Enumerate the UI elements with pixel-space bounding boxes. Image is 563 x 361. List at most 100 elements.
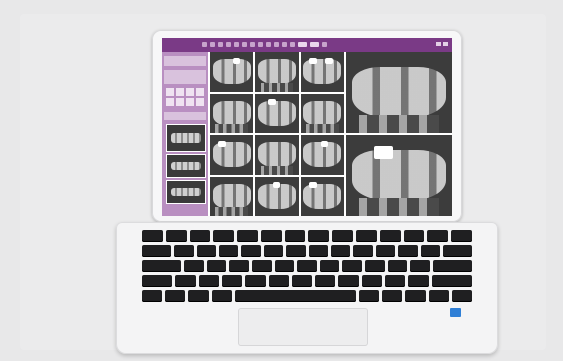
key[interactable] xyxy=(428,290,449,302)
close-icon[interactable] xyxy=(443,42,448,46)
dental-xray-image[interactable] xyxy=(210,93,254,133)
key[interactable] xyxy=(213,230,235,242)
key[interactable] xyxy=(408,275,429,287)
dental-xray-image[interactable] xyxy=(255,93,299,133)
key[interactable] xyxy=(174,245,194,257)
minimize-icon[interactable] xyxy=(436,42,441,46)
key[interactable] xyxy=(211,290,232,302)
key[interactable] xyxy=(364,260,385,272)
key[interactable] xyxy=(410,260,430,272)
key[interactable] xyxy=(188,290,209,302)
tool-icon[interactable] xyxy=(298,42,307,47)
key[interactable] xyxy=(420,245,440,257)
space-key[interactable] xyxy=(234,290,357,302)
key[interactable] xyxy=(442,245,473,257)
tool-icon[interactable] xyxy=(242,42,247,47)
tool-icon[interactable] xyxy=(258,42,263,47)
key[interactable] xyxy=(379,230,401,242)
key[interactable] xyxy=(165,230,187,242)
dental-xray-image[interactable] xyxy=(346,135,452,216)
tool-icon[interactable] xyxy=(290,42,295,47)
dental-xray-image[interactable] xyxy=(346,52,452,133)
key[interactable] xyxy=(221,275,243,287)
key[interactable] xyxy=(241,245,261,257)
xray-thumbnail[interactable] xyxy=(166,180,206,204)
dental-xray-image[interactable] xyxy=(255,135,299,175)
key[interactable] xyxy=(175,275,196,287)
dental-xray-image[interactable] xyxy=(300,135,344,175)
layout-option[interactable] xyxy=(166,88,174,96)
key[interactable] xyxy=(274,260,295,272)
tool-icon[interactable] xyxy=(202,42,207,47)
tool-icon[interactable] xyxy=(234,42,239,47)
key[interactable] xyxy=(284,230,306,242)
key[interactable] xyxy=(142,290,163,302)
key[interactable] xyxy=(361,275,382,287)
key[interactable] xyxy=(198,275,219,287)
xray-thumbnail[interactable] xyxy=(166,154,206,178)
key[interactable] xyxy=(260,230,282,242)
key[interactable] xyxy=(382,290,403,302)
dental-xray-image[interactable] xyxy=(255,52,299,92)
dental-xray-image[interactable] xyxy=(300,52,344,92)
key[interactable] xyxy=(405,290,426,302)
key[interactable] xyxy=(332,230,354,242)
key[interactable] xyxy=(237,230,258,242)
dental-xray-image[interactable] xyxy=(210,52,254,92)
key[interactable] xyxy=(268,275,289,287)
key[interactable] xyxy=(218,245,239,257)
layout-option[interactable] xyxy=(176,98,184,106)
tool-icon[interactable] xyxy=(226,42,231,47)
layout-option[interactable] xyxy=(166,98,174,106)
key[interactable] xyxy=(403,230,425,242)
tool-icon[interactable] xyxy=(282,42,287,47)
key[interactable] xyxy=(359,290,380,302)
touchpad[interactable] xyxy=(238,308,368,346)
key[interactable] xyxy=(184,260,204,272)
key[interactable] xyxy=(338,275,359,287)
dental-xray-image[interactable] xyxy=(210,135,254,175)
tool-icon[interactable] xyxy=(310,42,319,47)
key[interactable] xyxy=(427,230,449,242)
key[interactable] xyxy=(387,260,408,272)
key[interactable] xyxy=(451,230,472,242)
key[interactable] xyxy=(142,245,172,257)
tool-icon[interactable] xyxy=(210,42,215,47)
layout-option[interactable] xyxy=(186,98,194,106)
key[interactable] xyxy=(206,260,227,272)
key[interactable] xyxy=(308,245,328,257)
key[interactable] xyxy=(165,290,186,302)
key[interactable] xyxy=(142,275,173,287)
tool-icon[interactable] xyxy=(266,42,271,47)
key[interactable] xyxy=(431,275,473,287)
dental-xray-image[interactable] xyxy=(300,93,344,133)
tool-icon[interactable] xyxy=(250,42,255,47)
key[interactable] xyxy=(451,290,473,302)
key[interactable] xyxy=(353,245,373,257)
key[interactable] xyxy=(263,245,284,257)
tool-icon[interactable] xyxy=(322,42,327,47)
sidebar-header-panel[interactable] xyxy=(164,56,206,66)
key[interactable] xyxy=(229,260,249,272)
key[interactable] xyxy=(142,260,182,272)
key[interactable] xyxy=(308,230,330,242)
dental-xray-image[interactable] xyxy=(255,176,299,216)
key[interactable] xyxy=(342,260,362,272)
key[interactable] xyxy=(189,230,211,242)
layout-option[interactable] xyxy=(196,88,204,96)
key[interactable] xyxy=(251,260,272,272)
xray-thumbnail[interactable] xyxy=(166,124,206,152)
dental-xray-image[interactable] xyxy=(210,176,254,216)
key[interactable] xyxy=(297,260,317,272)
key[interactable] xyxy=(196,245,216,257)
key[interactable] xyxy=(315,275,336,287)
layout-option[interactable] xyxy=(196,98,204,106)
key[interactable] xyxy=(432,260,472,272)
key[interactable] xyxy=(286,245,306,257)
dental-xray-image[interactable] xyxy=(300,176,344,216)
key[interactable] xyxy=(291,275,313,287)
sidebar-patient-panel[interactable] xyxy=(164,70,206,84)
key[interactable] xyxy=(319,260,340,272)
key[interactable] xyxy=(330,245,351,257)
key[interactable] xyxy=(142,230,163,242)
